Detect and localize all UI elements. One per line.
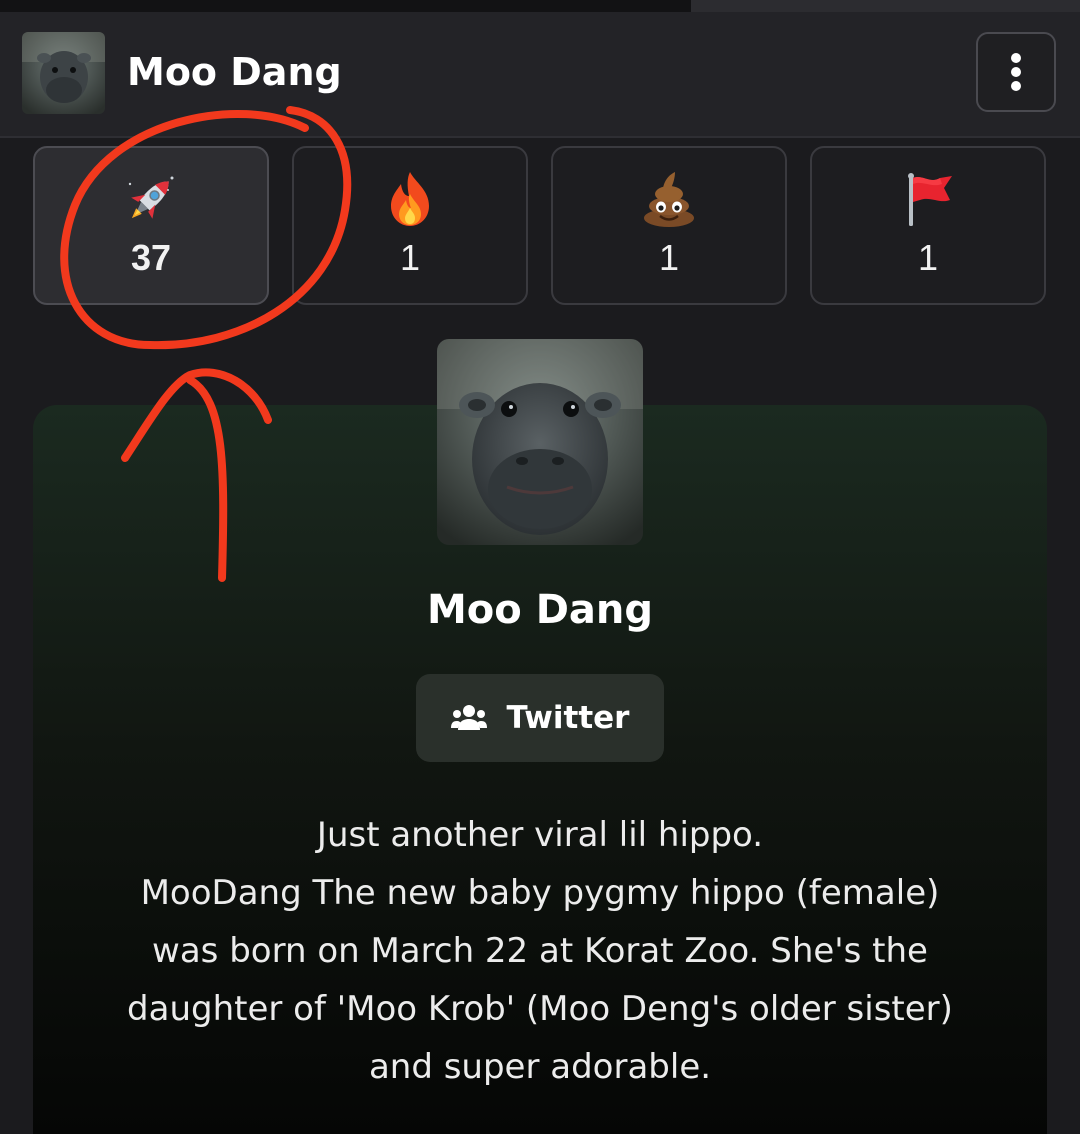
reaction-fire-button[interactable]: 1 xyxy=(292,146,528,305)
description-line: and super adorable. xyxy=(368,1047,712,1087)
reaction-count: 1 xyxy=(658,237,680,278)
description-line: MooDang The new baby pygmy hippo (female… xyxy=(140,873,940,913)
top-header: Moo Dang xyxy=(0,12,1080,138)
more-options-button[interactable] xyxy=(976,32,1056,112)
description-line: was born on March 22 at Korat Zoo. She's… xyxy=(152,931,928,971)
reaction-count: 1 xyxy=(399,237,421,278)
reaction-count: 37 xyxy=(130,237,172,278)
poop-icon xyxy=(644,172,694,227)
app-screen: Moo Dang 37 1 1 1 Moo Dang Twitter Just … xyxy=(0,0,1080,1134)
hippo-avatar-image xyxy=(22,32,105,114)
description-line: Just another viral lil hippo. xyxy=(316,815,764,855)
profile-description: Just another viral lil hippo. MooDang Th… xyxy=(60,806,1020,1096)
fire-icon xyxy=(391,172,429,226)
profile-image xyxy=(437,339,643,545)
vertical-dots-icon xyxy=(1011,53,1021,91)
reaction-count: 1 xyxy=(917,237,939,278)
hippo-photo xyxy=(437,339,643,545)
header-avatar[interactable] xyxy=(22,32,105,114)
users-icon xyxy=(450,705,487,730)
twitter-button[interactable]: Twitter xyxy=(416,674,664,762)
header-title: Moo Dang xyxy=(127,50,342,94)
page-progress-bar xyxy=(0,0,1080,12)
twitter-button-label: Twitter xyxy=(506,700,630,736)
red-flag-icon xyxy=(908,173,952,226)
reaction-rocket-button[interactable]: 37 xyxy=(33,146,269,305)
rocket-icon xyxy=(128,176,174,219)
page-progress-fill xyxy=(0,0,692,12)
reaction-flag-button[interactable]: 1 xyxy=(810,146,1046,305)
reaction-poop-button[interactable]: 1 xyxy=(551,146,787,305)
reaction-bar: 37 1 1 1 xyxy=(33,146,1047,306)
profile-name: Moo Dang xyxy=(427,587,653,633)
description-line: daughter of 'Moo Krob' (Moo Deng's older… xyxy=(127,989,953,1029)
